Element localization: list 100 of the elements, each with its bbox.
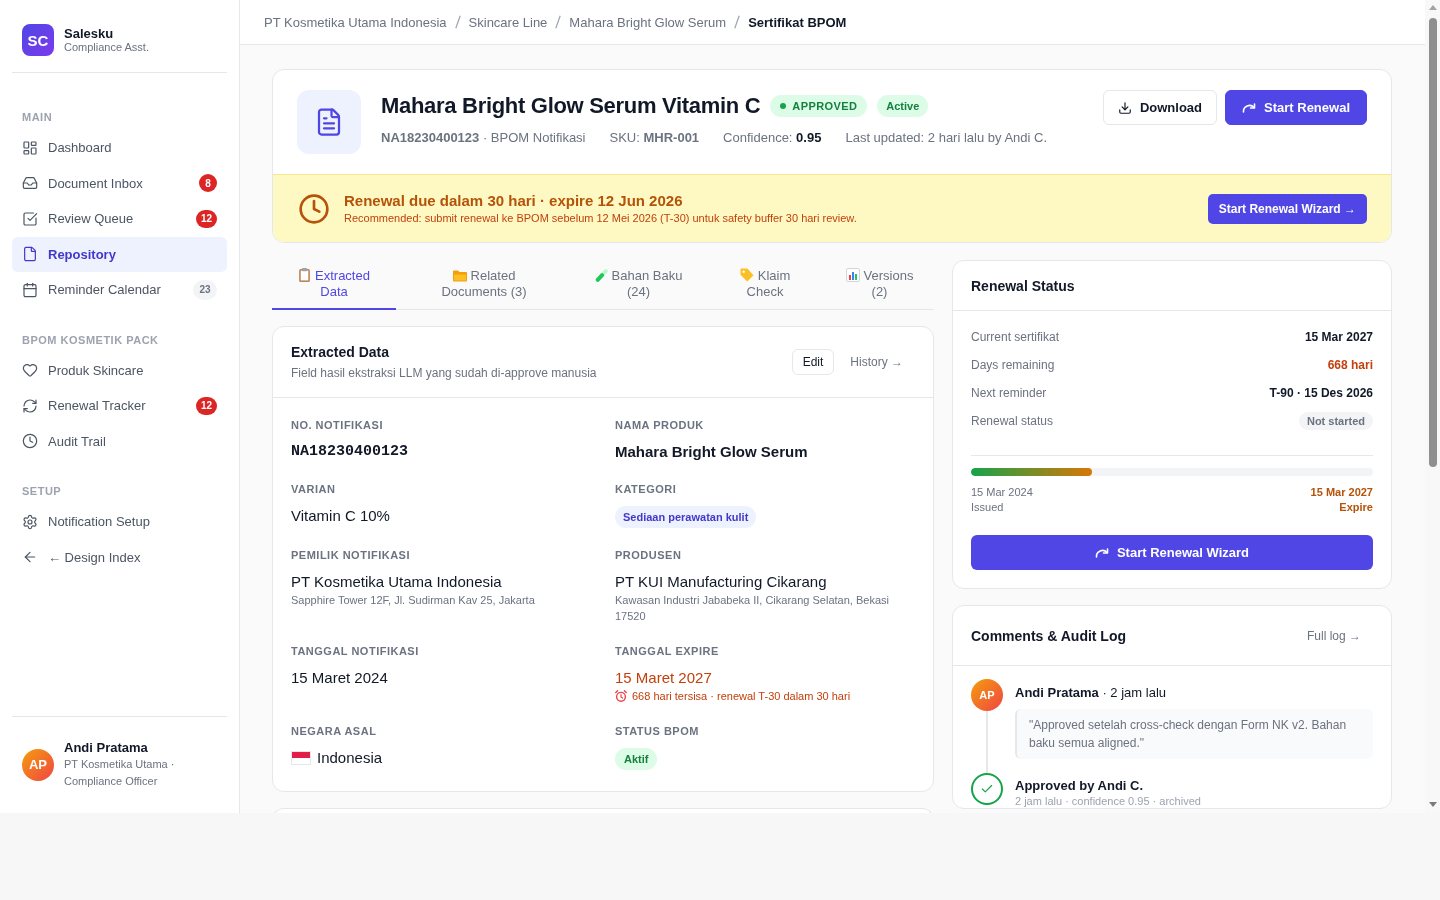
nav-section-title: MAIN [21, 110, 54, 125]
tab[interactable]: Versions (2) [825, 260, 934, 310]
log-title: Approved by Andi C. [1015, 777, 1145, 794]
status-pill: Not started [1298, 412, 1373, 430]
field-value: 15 Maret 2027 [615, 668, 713, 688]
field-label: STATUS BPOM [615, 724, 700, 738]
field-value: PT KUI Manufacturing Cikarang [615, 572, 828, 592]
breadcrumb-link[interactable]: Skincare Line [468, 14, 548, 30]
checkbox-icon [22, 210, 38, 227]
card-title: Extracted Data [291, 343, 391, 361]
nav-item[interactable]: Reminder Calendar 23 [12, 272, 227, 308]
badge-label: APPROVED [792, 100, 858, 112]
field-label: TANGGAL NOTIFIKASI [291, 644, 420, 658]
field-label: PRODUSEN [615, 548, 683, 562]
nav-item[interactable]: Audit Trail [12, 423, 227, 459]
stat-value: 15 Mar 2027 [1304, 330, 1373, 344]
redo-icon [1094, 547, 1109, 558]
brand-logo: SC [22, 24, 54, 56]
download-button[interactable]: Download [1102, 90, 1217, 125]
field-label: NAMA PRODUK [615, 418, 705, 432]
alarm-clock-icon [615, 690, 627, 702]
end-label: Expire [1339, 500, 1373, 515]
stat-label: Renewal status [971, 414, 1054, 428]
start-date: 15 Mar 2024 [971, 485, 1033, 500]
nav-item[interactable]: Document Inbox 8 [12, 165, 227, 201]
slash-icon [555, 15, 562, 29]
card-title: Renewal Status [971, 276, 1075, 295]
nav-item[interactable]: Dashboard [12, 130, 227, 166]
banner-title: Renewal due dalam 30 hari · expire 12 Jun 2026 [344, 191, 684, 210]
start-renewal-button[interactable]: Start Renewal [1225, 90, 1367, 125]
field-label: KATEGORI [615, 482, 678, 496]
confidence-text: Confidence: 0.95 [723, 130, 822, 146]
file-icon [22, 246, 38, 263]
field-value: Mahara Bright Glow Serum [615, 442, 809, 462]
nav-section-title: BPOM KOSMETIK PACK [21, 332, 160, 348]
check-circle-icon [971, 773, 1003, 805]
field-value: 15 Maret 2024 [291, 668, 389, 688]
user-role: PT Kosmetika Utama · Compliance Officer [64, 757, 176, 789]
calendar-icon [22, 281, 38, 298]
field-note: Kawasan Industri Jababeka II, Cikarang Selatan, Bekasi 17520 [615, 593, 890, 624]
nav-item[interactable]: Renewal Tracker 12 [12, 388, 227, 424]
card-subtitle: Field hasil ekstraksi LLM yang sudah di-approve manusia [291, 365, 597, 381]
stat-label: Current sertifikat [971, 330, 1060, 344]
dashboard-icon [22, 139, 38, 156]
brand-name: Salesku [64, 26, 115, 41]
tab[interactable]: Bahan Baku (24) [572, 260, 705, 310]
bar-chart-icon [845, 268, 860, 282]
field-label: TANGGAL EXPIRE [615, 644, 720, 658]
meta-text: SKU: MHR-001 [609, 130, 700, 146]
field-note: Sapphire Tower 12F, Jl. Sudirman Kav 25, Jakarta [291, 593, 536, 608]
status-tag: Aktif [615, 748, 658, 770]
field-value: Indonesia [317, 748, 383, 768]
breadcrumb-link[interactable]: Sertifikat BPOM [748, 14, 847, 30]
wizard-button[interactable]: Start Renewal Wizard → [1207, 193, 1367, 224]
user-name: Andi Pratama [64, 739, 149, 756]
user-avatar: AP [22, 748, 54, 781]
meta-text: NA18230400123 · BPOM Notifikasi [381, 130, 586, 146]
slash-icon [734, 15, 741, 29]
clock-icon [22, 433, 38, 450]
count-badge: 8 [199, 174, 217, 193]
banner-text: Recommended: submit renewal ke BPOM sebelum 12 Mei 2026 (T-30) untuk safety buffer 30 hari review. [344, 211, 857, 226]
nav-item[interactable]: ← Design Index [12, 539, 227, 575]
breadcrumb-link[interactable]: PT Kosmetika Utama Indonesia [264, 14, 447, 30]
stat-label: Next reminder [971, 386, 1047, 400]
wizard-button[interactable]: Start Renewal Wizard [971, 535, 1373, 570]
card-title: Comments & Audit Log [971, 626, 1127, 645]
log-meta: 2 jam lalu · confidence 0.95 · archived [1015, 795, 1202, 808]
nav-item[interactable]: Notification Setup [12, 504, 227, 540]
history-link[interactable]: History → [842, 355, 915, 369]
start-label: Issued [971, 500, 1004, 515]
full-log-link[interactable]: Full log → [1298, 628, 1373, 643]
count-badge: 23 [193, 279, 217, 300]
nav-section-title: SETUP [21, 484, 63, 499]
slash-icon [454, 15, 461, 29]
field-label: PEMILIK NOTIFIKASI [291, 548, 411, 562]
scrollbar-thumb[interactable] [1428, 18, 1437, 467]
arrow-down-icon [1428, 802, 1437, 807]
field-label: VARIAN [291, 482, 337, 496]
breadcrumb-link[interactable]: Mahara Bright Glow Serum [569, 14, 727, 30]
stat-value: 668 hari [1327, 358, 1373, 372]
nav-item[interactable]: Produk Skincare [12, 352, 227, 388]
tab[interactable]: Related Documents (3) [396, 260, 572, 310]
flag-icon [291, 751, 311, 765]
nav-item[interactable]: Review Queue 12 [12, 201, 227, 237]
clipboard-icon [298, 268, 312, 282]
meta-text: Last updated: 2 hari lalu by Andi C. [845, 130, 1048, 146]
edit-button[interactable]: Edit [791, 349, 835, 375]
field-value: NA18230400123 [291, 442, 410, 462]
tab[interactable]: Extracted Data [272, 260, 396, 310]
nav-item[interactable]: Repository [12, 236, 227, 272]
inbox-icon [22, 175, 38, 192]
tab[interactable]: Klaim Check [705, 260, 825, 310]
badge-label: Active [886, 100, 920, 112]
settings-icon [22, 513, 38, 530]
document-title: Mahara Bright Glow Serum Vitamin C [381, 92, 761, 120]
heart-icon [22, 362, 38, 379]
field-label: NEGARA ASAL [291, 724, 378, 738]
category-tag: Sediaan perawatan kulit [615, 506, 757, 528]
document-icon [297, 90, 361, 154]
brand-subtitle: Compliance Asst. [64, 41, 149, 54]
